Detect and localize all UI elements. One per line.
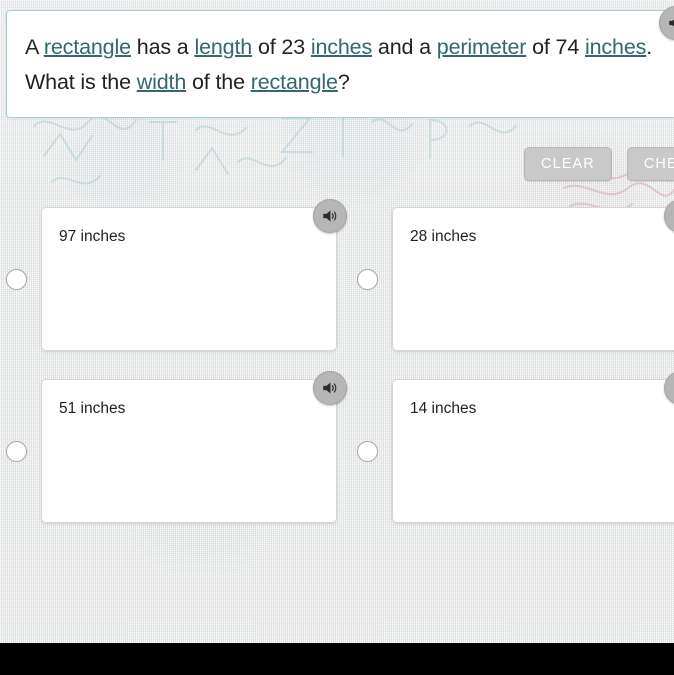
question-panel: A rectangle has a length of 23 inches an… bbox=[6, 10, 674, 118]
option-2[interactable]: 51 inches bbox=[6, 379, 337, 523]
question-text: A rectangle has a length of 23 inches an… bbox=[25, 35, 658, 94]
option-0[interactable]: 97 inches bbox=[6, 207, 337, 351]
option-3[interactable]: 14 inches bbox=[357, 379, 674, 523]
check-button[interactable]: CHECK bbox=[626, 147, 674, 181]
glossary-link-11[interactable]: width bbox=[137, 70, 187, 94]
option-card-1[interactable]: 28 inches bbox=[392, 207, 674, 351]
app-stage: A rectangle has a length of 23 inches an… bbox=[0, 0, 674, 675]
glossary-link-7[interactable]: perimeter bbox=[437, 35, 527, 59]
glossary-link-13[interactable]: rectangle bbox=[251, 70, 338, 94]
option-label-3: 14 inches bbox=[410, 400, 477, 417]
glossary-link-5[interactable]: inches bbox=[311, 35, 372, 59]
glossary-link-1[interactable]: rectangle bbox=[44, 35, 131, 59]
option-card-0[interactable]: 97 inches bbox=[41, 207, 337, 351]
glossary-link-3[interactable]: length bbox=[194, 35, 252, 59]
speaker-icon-option-2[interactable] bbox=[313, 371, 347, 405]
glossary-link-9[interactable]: inches bbox=[585, 35, 646, 59]
option-card-2[interactable]: 51 inches bbox=[41, 379, 337, 523]
option-card-3[interactable]: 14 inches bbox=[392, 379, 674, 523]
bottom-bar bbox=[0, 643, 674, 675]
option-radio-2[interactable] bbox=[6, 441, 27, 462]
option-label-2: 51 inches bbox=[59, 400, 126, 417]
option-1[interactable]: 28 inches bbox=[357, 207, 674, 351]
speaker-icon-option-0[interactable] bbox=[313, 199, 347, 233]
action-bar: CLEAR CHECK bbox=[524, 147, 674, 181]
option-radio-3[interactable] bbox=[357, 441, 378, 462]
clear-button[interactable]: CLEAR bbox=[524, 147, 612, 181]
option-radio-0[interactable] bbox=[6, 269, 27, 290]
option-radio-1[interactable] bbox=[357, 269, 378, 290]
option-label-0: 97 inches bbox=[59, 228, 126, 245]
option-label-1: 28 inches bbox=[410, 228, 477, 245]
